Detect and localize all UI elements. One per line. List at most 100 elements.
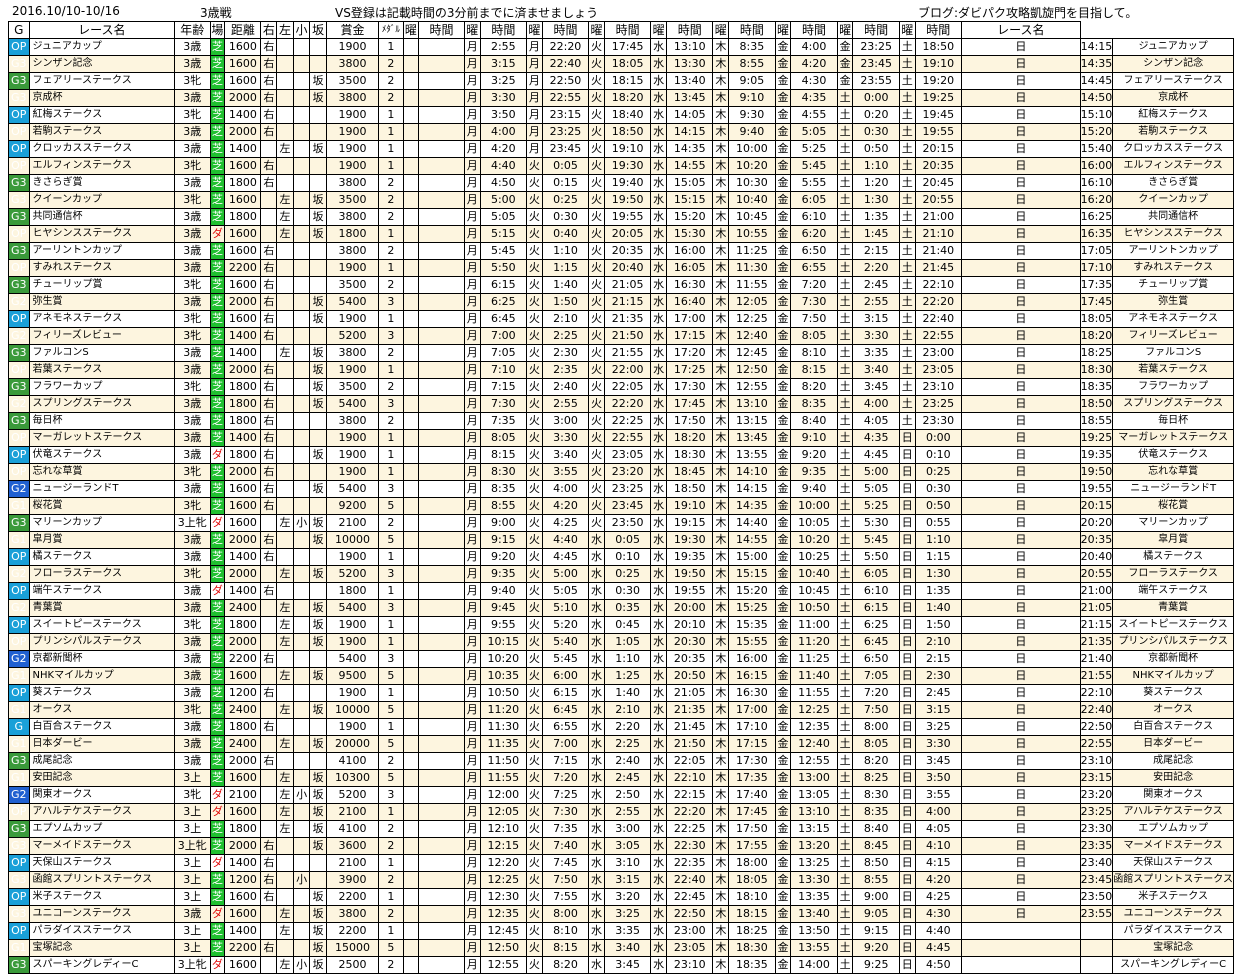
column-header: 賞金 (325, 21, 380, 39)
race-cell: 3800 (325, 242, 380, 260)
race-cell (276, 429, 294, 447)
race-cell: 1800 (224, 208, 262, 226)
race-cell: 1 (378, 803, 404, 821)
race-cell: 日 (898, 497, 916, 515)
race-name-right: フェアリーステークス (1112, 72, 1234, 90)
race-cell: 右 (260, 446, 278, 464)
race-cell: 左 (276, 514, 294, 532)
race-cell: 右 (260, 310, 278, 328)
race-cell: 22:10 (1079, 684, 1114, 702)
race-cell (418, 684, 465, 702)
race-cell: 2:35 (541, 361, 590, 379)
race-cell: 18:25 (728, 922, 776, 940)
race-cell: 火 (526, 769, 543, 787)
race-cell: 2000 (224, 123, 262, 141)
race-cell: 日 (961, 548, 1081, 566)
race-name-right: 関東オークス (1112, 786, 1234, 804)
race-cell (292, 361, 311, 379)
race-cell: 3 (378, 480, 404, 498)
race-cell: 月 (463, 446, 481, 464)
race-cell: 5:55 (790, 174, 838, 192)
race-cell: 水 (588, 565, 605, 583)
surface-cell: 芝 (209, 276, 226, 294)
race-row: G2 ニュージーランドT 3歳芝 1600 右坂 5400 3 月 8:35 火 4:00 火 23:2… (8, 480, 1234, 498)
race-cell: 坂 (309, 786, 327, 804)
column-header: 曜 (526, 21, 543, 39)
race-cell: 18:50 (914, 38, 963, 56)
race-cell: 右 (260, 463, 278, 481)
race-cell (402, 174, 420, 192)
race-cell: 0:30 (541, 208, 590, 226)
race-name-right: 京成杯 (1112, 89, 1234, 107)
grade-badge: G3 (8, 208, 30, 226)
column-header: 左 (276, 21, 294, 39)
race-cell: 1:50 (541, 293, 590, 311)
race-cell: 23:55 (852, 72, 900, 90)
race-cell: 金 (774, 463, 792, 481)
race-cell: 3歳 (174, 650, 211, 668)
race-cell: 8:05 (479, 429, 528, 447)
race-cell: 17:15 (666, 327, 714, 345)
race-cell: 9:00 (479, 514, 528, 532)
race-cell: 23:00 (666, 922, 714, 940)
race-cell: 17:00 (666, 310, 714, 328)
race-cell (418, 259, 465, 277)
race-cell (418, 531, 465, 549)
race-cell: 1900 (325, 463, 380, 481)
race-cell: 1400 (224, 582, 262, 600)
race-cell (418, 922, 465, 940)
race-cell: 3:50 (914, 769, 963, 787)
race-cell: 火 (588, 327, 605, 345)
race-cell: 18:50 (666, 480, 714, 498)
race-cell: 右 (260, 752, 278, 770)
race-cell (276, 718, 294, 736)
race-row: G1 安田記念 3上芝 1600 左坂 10300 5 月 11:55 火 7:20 水 2:45 水 22… (8, 769, 1234, 787)
race-cell: 水 (588, 718, 605, 736)
race-cell: 1800 (325, 582, 380, 600)
race-cell: 火 (588, 463, 605, 481)
race-cell: 月 (463, 684, 481, 702)
race-cell: 9:25 (852, 956, 900, 974)
race-name: アハルテケステークス (28, 803, 176, 821)
race-cell: 水 (650, 582, 668, 600)
race-cell: 日 (961, 174, 1081, 192)
race-cell: 木 (712, 157, 730, 175)
surface-cell: ダ (209, 786, 226, 804)
race-cell: 3牝 (174, 616, 211, 634)
race-cell: 17:25 (666, 361, 714, 379)
race-cell: 月 (463, 123, 481, 141)
race-cell: 木 (712, 106, 730, 124)
race-cell: 4:40 (541, 531, 590, 549)
race-cell: 火 (588, 38, 605, 56)
race-cell (276, 548, 294, 566)
race-cell: 土 (898, 140, 916, 158)
race-cell: 6:15 (541, 684, 590, 702)
race-cell (418, 820, 465, 838)
race-cell: 3牝 (174, 786, 211, 804)
race-cell: 1600 (224, 514, 262, 532)
race-cell: 日 (961, 565, 1081, 583)
race-cell: 1:30 (914, 565, 963, 583)
race-cell (292, 599, 311, 617)
race-cell: 2200 (224, 939, 262, 957)
race-cell: 水 (650, 259, 668, 277)
race-cell: 日 (961, 89, 1081, 107)
race-cell: 火 (526, 310, 543, 328)
race-cell: 日 (898, 956, 916, 974)
race-row: OP パラダイスステークス 3上芝 1400 左坂 2200 1 月 12:45 火 8:10 水 3:… (8, 922, 1234, 940)
race-name-right: スイートピーステークス (1112, 616, 1234, 634)
race-cell: 4:25 (914, 888, 963, 906)
race-cell: 左 (276, 191, 294, 209)
race-cell: 日 (898, 854, 916, 872)
race-cell: 水 (650, 837, 668, 855)
surface-cell: ダ (209, 803, 226, 821)
race-cell: 右 (260, 888, 278, 906)
race-name-right: 桜花賞 (1112, 497, 1234, 515)
race-cell: 火 (526, 684, 543, 702)
race-cell: 2 (378, 752, 404, 770)
race-cell: 11:20 (479, 701, 528, 719)
race-cell (402, 956, 420, 974)
race-cell (402, 395, 420, 413)
race-cell: 11:20 (790, 633, 838, 651)
race-cell: 17:00 (728, 701, 776, 719)
